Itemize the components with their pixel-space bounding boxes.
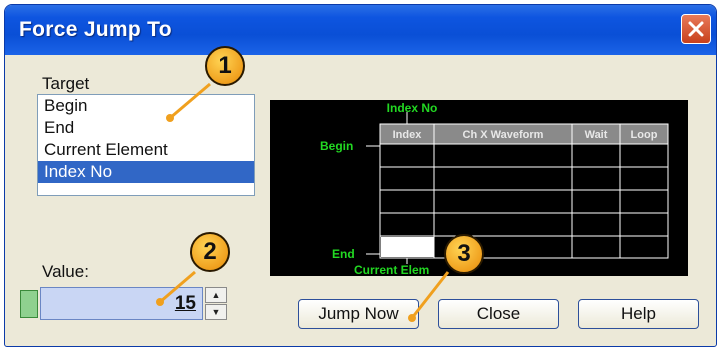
- callout-3: 3: [444, 234, 484, 274]
- dialog-title: Force Jump To: [19, 18, 172, 41]
- index-no-annotation: Index No: [387, 101, 438, 115]
- calculator-icon[interactable]: [20, 290, 38, 318]
- help-button[interactable]: Help: [578, 299, 699, 329]
- end-annotation: End: [332, 247, 355, 261]
- target-label: Target: [42, 74, 90, 93]
- value-input[interactable]: 15: [40, 287, 203, 320]
- target-option-begin[interactable]: Begin: [38, 95, 254, 117]
- close-label: Close: [476, 304, 521, 323]
- value-number: 15: [174, 293, 196, 314]
- begin-annotation: Begin: [320, 139, 353, 153]
- title-bar: Force Jump To: [5, 5, 716, 55]
- spin-down-button[interactable]: ▼: [205, 304, 227, 320]
- target-listbox[interactable]: Begin End Current Element Index No: [37, 94, 255, 196]
- close-window-button[interactable]: [681, 14, 711, 44]
- column-header-wait: Wait: [585, 129, 608, 141]
- callout-1: 1: [205, 46, 245, 86]
- current-element-cell: [381, 237, 434, 257]
- target-option-index-no[interactable]: Index No: [38, 161, 254, 183]
- current-element-annotation: Current Elem: [354, 263, 429, 276]
- close-button[interactable]: Close: [438, 299, 559, 329]
- jump-now-label: Jump Now: [318, 304, 399, 323]
- target-option-end[interactable]: End: [38, 117, 254, 139]
- column-header-waveform: Ch X Waveform: [463, 129, 544, 141]
- column-header-index: Index: [393, 129, 423, 141]
- callout-2: 2: [190, 232, 230, 272]
- close-icon: [688, 21, 704, 37]
- target-option-current-element[interactable]: Current Element: [38, 139, 254, 161]
- spin-up-button[interactable]: ▲: [205, 287, 227, 303]
- value-spinner: ▲ ▼: [205, 287, 227, 320]
- jump-now-button[interactable]: Jump Now: [298, 299, 419, 329]
- column-header-loop: Loop: [631, 129, 658, 141]
- value-label: Value:: [42, 262, 89, 281]
- help-label: Help: [621, 304, 656, 323]
